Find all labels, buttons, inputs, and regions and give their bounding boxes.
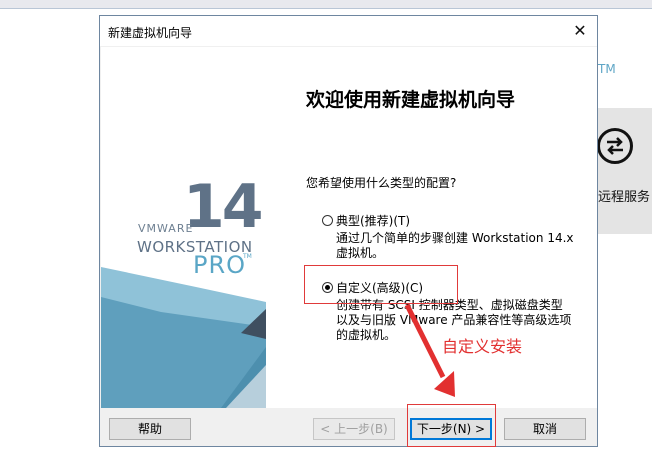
vmware-banner: 14 VMWARE WORKSTATION PRO TM [101,47,266,408]
typical-option-label[interactable]: 典型(推荐)(T) [336,212,410,229]
back-button[interactable]: < 上一步(B) [313,418,395,440]
close-button[interactable]: ✕ [563,16,597,46]
new-vm-wizard-dialog: 新建虚拟机向导 ✕ 14 VMWARE WORKSTATION PRO TM 欢… [99,15,598,447]
wizard-heading: 欢迎使用新建虚拟机向导 [306,89,516,111]
wizard-content: 欢迎使用新建虚拟机向导 您希望使用什么类型的配置? 典型(推荐)(T) 通过几个… [266,47,597,408]
remote-service-icon[interactable] [597,128,633,164]
remote-service-label[interactable]: 远程服务 [598,186,650,205]
background-remote-panel[interactable] [590,108,652,234]
trademark-mark: TM [243,253,252,260]
custom-install-annotation: 自定义安装 [442,337,523,356]
typical-desc-line: 通过几个简单的步骤创建 Workstation 14.x [336,231,574,245]
vmware-logo-text: VMWARE [138,222,194,235]
help-button[interactable]: 帮助 [109,418,191,440]
title-bar[interactable]: 新建虚拟机向导 ✕ [100,16,597,46]
typical-option-description: 通过几个简单的步骤创建 Workstation 14.x 虚拟机。 [336,231,574,261]
background-tm-text: TM [598,62,616,76]
typical-radio[interactable] [322,215,333,226]
background-top-divider [0,8,652,9]
custom-option-highlight [304,265,458,304]
version-number: 14 [183,172,263,242]
config-question: 您希望使用什么类型的配置? [306,176,457,190]
background-top-bar [0,0,652,8]
edition-name: PRO [193,251,247,279]
dialog-title: 新建虚拟机向导 [108,26,193,40]
custom-desc-line: 以及与旧版 VMware 产品兼容性等高级选项 [336,313,572,327]
next-button-highlight [407,404,496,447]
cancel-button[interactable]: 取消 [504,418,586,440]
typical-desc-line: 虚拟机。 [336,246,385,260]
